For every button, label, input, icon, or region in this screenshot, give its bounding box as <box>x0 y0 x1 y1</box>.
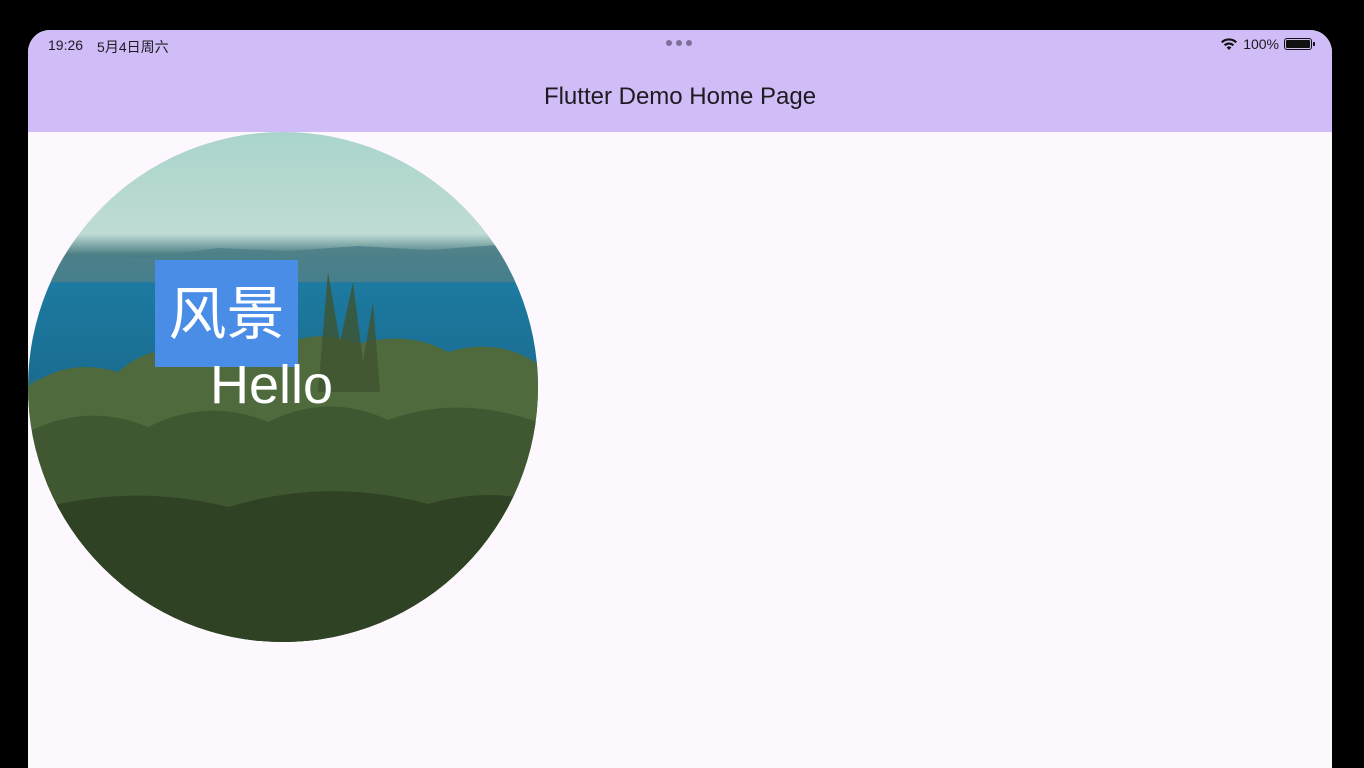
wifi-icon <box>1221 38 1238 50</box>
battery-percent: 100% <box>1243 36 1279 52</box>
circular-landscape-image: 风景 Hello <box>28 132 538 642</box>
multitasking-dots-icon[interactable] <box>666 40 692 46</box>
status-bar: 19:26 5月4日周六 100% <box>28 30 1332 62</box>
status-indicators: 100% <box>1220 36 1315 52</box>
hello-text: Hello <box>210 355 334 415</box>
status-time: 19:26 <box>48 37 84 53</box>
status-date: 5月4日周六 <box>97 39 169 55</box>
device-screen: 19:26 5月4日周六 100% Flutter Demo Home Page <box>28 30 1332 768</box>
caption-badge: 风景 <box>155 260 298 367</box>
app-bar-title: Flutter Demo Home Page <box>543 83 817 110</box>
caption-text: 风景 <box>168 279 285 348</box>
status-time-date: 19:26 5月4日周六 <box>48 37 169 57</box>
battery-icon <box>1284 38 1315 50</box>
app-bar: Flutter Demo Home Page <box>28 62 1332 132</box>
